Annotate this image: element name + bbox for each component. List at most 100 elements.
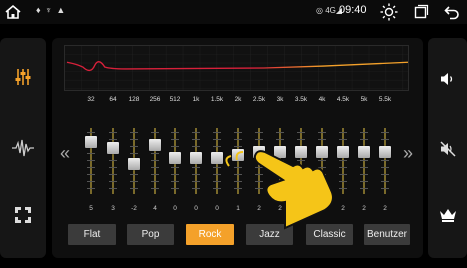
band-slider[interactable] [190,128,202,194]
band-value: 2 [383,205,387,212]
slider-tick [381,160,389,161]
slider-knob[interactable] [85,136,97,148]
freq-label: 1.5k [210,96,224,103]
slider-tick [171,167,179,168]
slider-tick [192,146,200,147]
slider-knob[interactable] [190,152,202,164]
slider-tick [109,167,117,168]
freq-label: 64 [109,96,117,103]
slider-tick [381,139,389,140]
back-icon[interactable] [443,3,461,21]
band-value: 5 [89,205,93,212]
slider-tick [360,160,368,161]
band-slider[interactable] [379,128,391,194]
band-slider[interactable] [211,128,223,194]
equalizer-icon [15,69,31,85]
slider-tick [381,132,389,133]
slider-knob[interactable] [211,152,223,164]
slider-tick [192,181,200,182]
status-time: 09:40 [339,4,367,16]
slider-tick [213,146,221,147]
slider-knob[interactable] [379,145,391,158]
slider-tick [318,132,326,133]
band-slider[interactable] [169,128,181,194]
slider-tick [213,188,221,189]
slider-tick [192,139,200,140]
slider-tick [339,132,347,133]
slider-knob[interactable] [128,158,140,171]
slider-tick [151,174,159,175]
slider-tick [213,167,221,168]
brightness-icon[interactable] [379,2,399,22]
slider-tick [360,181,368,182]
band-value: 2 [341,205,345,212]
slider-track [154,128,156,194]
tap-hand-icon [225,150,334,230]
slider-tick [213,139,221,140]
slider-track [112,128,114,194]
slider-tick [109,160,117,161]
slider-track [363,128,365,194]
slider-tick [297,132,305,133]
slider-tick [151,153,159,154]
freq-label: 3k [276,96,284,103]
slider-tick [381,174,389,175]
slider-knob[interactable] [358,145,370,158]
preset-benutzer-button[interactable]: Benutzer [364,224,410,245]
band-slider[interactable] [149,128,161,194]
slider-knob[interactable] [149,139,161,152]
band-value: 2 [362,205,366,212]
slider-tick [339,167,347,168]
slider-tick [360,167,368,168]
preset-flat-button[interactable]: Flat [68,224,116,245]
slider-tick [276,139,284,140]
slider-tick [213,181,221,182]
slider-tick [130,153,138,154]
slider-tick [87,188,95,189]
freq-label: 5k [360,96,368,103]
waveform-icon [12,139,34,157]
next-bands-arrow[interactable]: » [403,144,413,162]
slider-tick [339,160,347,161]
freq-label: 2k [234,96,242,103]
slider-tick [255,139,263,140]
status-bar: ♦ ♆ ▲ ◎ 4G◢ 09:40 [0,0,467,24]
freq-label: 5.5k [378,96,392,103]
band-slider[interactable] [85,128,97,194]
freq-label: 4k [318,96,326,103]
slider-tick [87,160,95,161]
equalizer-tab[interactable] [0,52,46,102]
freq-label: 2.5k [252,96,266,103]
recent-apps-icon[interactable] [413,4,429,20]
slider-tick [255,132,263,133]
slider-knob[interactable] [169,152,181,164]
slider-tick [192,167,200,168]
slider-tick [109,181,117,182]
slider-tick [360,139,368,140]
home-icon[interactable] [4,3,22,21]
waveform-tab[interactable] [0,123,46,173]
freq-label: 1k [192,96,200,103]
band-slider[interactable] [358,128,370,194]
volume-button[interactable] [428,54,467,104]
slider-tick [87,132,95,133]
freq-label: 256 [149,96,161,103]
volume-icon [440,73,452,85]
slider-knob[interactable] [107,142,119,155]
slider-tick [276,132,284,133]
slider-tick [339,174,347,175]
slider-tick [339,139,347,140]
slider-tick [192,132,200,133]
slider-tick [87,153,95,154]
slider-tick [130,188,138,189]
preset-pop-button[interactable]: Pop [127,224,174,245]
slider-tick [234,132,242,133]
eq-response-curve [64,45,409,91]
slider-tick [151,188,159,189]
band-slider[interactable] [128,128,140,194]
slider-tick [381,167,389,168]
slider-track [342,128,344,194]
prev-bands-arrow[interactable]: « [60,144,70,162]
band-slider[interactable] [107,128,119,194]
mute-button[interactable] [428,124,467,174]
